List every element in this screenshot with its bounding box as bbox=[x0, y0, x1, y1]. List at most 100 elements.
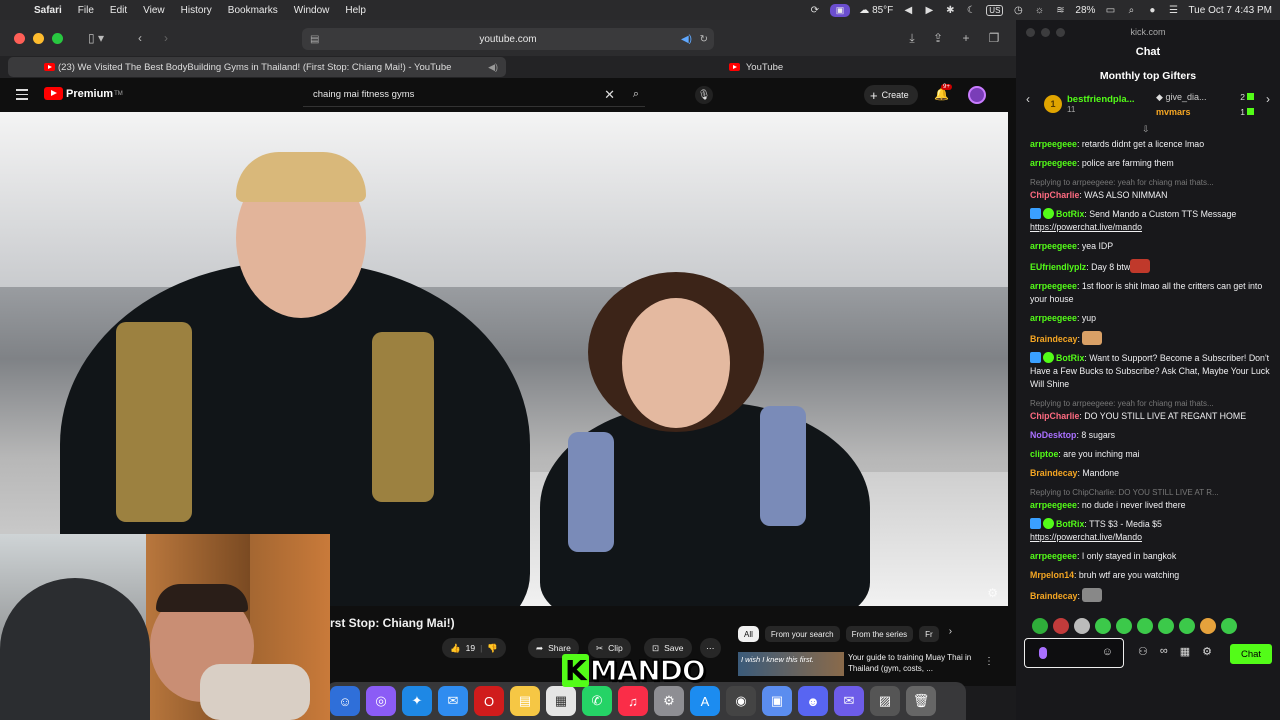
reply-context[interactable]: Replying to arrpeegeee: yeah for chiang … bbox=[1030, 397, 1274, 410]
emote-icon[interactable] bbox=[1158, 618, 1174, 634]
chat-link[interactable]: https://powerchat.live/Mando bbox=[1030, 532, 1142, 542]
screen-share-icon[interactable]: ▣ bbox=[829, 3, 851, 17]
whatsapp-icon[interactable]: ✆ bbox=[582, 686, 612, 716]
chat-username[interactable]: ChipCharlie bbox=[1030, 411, 1079, 421]
safari-icon[interactable]: ✦ bbox=[402, 686, 432, 716]
forward-icon[interactable]: › bbox=[158, 28, 174, 48]
battery-icon[interactable]: ▭ bbox=[1104, 4, 1116, 16]
chip-from-search[interactable]: From your search bbox=[764, 626, 840, 642]
chip-all[interactable]: All bbox=[738, 626, 759, 642]
close-icon[interactable] bbox=[1026, 27, 1035, 37]
menu-view[interactable]: View bbox=[135, 5, 173, 16]
menu-icon[interactable] bbox=[16, 89, 28, 103]
chat-username[interactable]: Braindecay bbox=[1030, 468, 1077, 478]
sun-icon[interactable]: ☼ bbox=[1033, 4, 1045, 16]
disk-utility-icon[interactable]: ▣ bbox=[762, 686, 792, 716]
close-window-button[interactable] bbox=[14, 33, 25, 44]
tab-youtube-video[interactable]: (23) We Visited The Best BodyBuilding Gy… bbox=[8, 57, 506, 77]
menu-app-name[interactable]: Safari bbox=[26, 5, 70, 16]
system-settings-icon[interactable]: ⚙ bbox=[654, 686, 684, 716]
video-player[interactable]: ⚙ bbox=[0, 112, 1008, 606]
calendar-icon[interactable]: ▦ bbox=[546, 686, 576, 716]
menu-bookmarks[interactable]: Bookmarks bbox=[220, 5, 286, 16]
people-icon[interactable]: ⚇ bbox=[1138, 645, 1148, 658]
menu-help[interactable]: Help bbox=[337, 5, 374, 16]
chat-username[interactable]: EUfriendlyplz bbox=[1030, 262, 1086, 272]
create-button[interactable]: + Create bbox=[864, 85, 918, 105]
gifter-3[interactable]: mvmars bbox=[1156, 107, 1191, 117]
emote-icon[interactable] bbox=[1053, 618, 1069, 634]
emote-icon[interactable] bbox=[1032, 618, 1048, 634]
chat-input[interactable]: ☺ bbox=[1024, 638, 1124, 668]
emote-icon[interactable] bbox=[1137, 618, 1153, 634]
rec-thumbnail[interactable]: I wish I knew this first. bbox=[738, 652, 844, 676]
chat-link[interactable]: https://powerchat.live/mando bbox=[1030, 222, 1142, 232]
reply-context[interactable]: Replying to ChipCharlie: DO YOU STILL LI… bbox=[1030, 486, 1274, 499]
chat-username[interactable]: arrpeegeee bbox=[1030, 139, 1077, 149]
link-icon[interactable]: ∞ bbox=[1160, 645, 1168, 658]
avatar[interactable] bbox=[968, 86, 986, 104]
chat-username[interactable]: cliptoe bbox=[1030, 449, 1058, 459]
chip-from-series[interactable]: From the series bbox=[845, 626, 914, 642]
zoom-window-button[interactable] bbox=[52, 33, 63, 44]
tab-overview-icon[interactable]: ❐ bbox=[984, 28, 1004, 48]
chips-next-icon[interactable]: › bbox=[949, 626, 952, 642]
chat-username[interactable]: Braindecay bbox=[1030, 334, 1077, 344]
search-input[interactable]: chaing mai fitness gyms ✕ ⌕ bbox=[303, 83, 645, 107]
bluetooth-icon[interactable]: ✱ bbox=[944, 4, 956, 16]
audio-playing-icon[interactable]: ◀) bbox=[681, 34, 692, 45]
menu-file[interactable]: File bbox=[70, 5, 102, 16]
chevron-left-icon[interactable]: ‹ bbox=[1026, 92, 1030, 106]
search-icon[interactable]: ⌕ bbox=[1125, 4, 1137, 16]
rec-more-icon[interactable]: ⋮ bbox=[984, 656, 994, 667]
emote-icon[interactable] bbox=[1074, 618, 1090, 634]
weather-status[interactable]: ☁ 85°F bbox=[859, 5, 893, 16]
zoom-icon[interactable] bbox=[1056, 27, 1065, 37]
emote-icon[interactable] bbox=[1095, 618, 1111, 634]
chat-username[interactable]: Braindecay bbox=[1030, 591, 1077, 601]
moon-icon[interactable]: ☾ bbox=[965, 4, 977, 16]
share-icon[interactable]: ⇪ bbox=[930, 28, 946, 48]
settings-icon[interactable]: ⚙ bbox=[987, 586, 998, 600]
chat-username[interactable]: BotRix bbox=[1056, 209, 1084, 219]
control-center-icon[interactable]: ☰ bbox=[1167, 4, 1179, 16]
battery-percent[interactable]: 28% bbox=[1075, 5, 1095, 16]
page-menu-icon[interactable]: ▤ bbox=[310, 34, 319, 45]
clear-search-icon[interactable]: ✕ bbox=[604, 87, 615, 103]
back-icon[interactable]: ‹ bbox=[132, 28, 148, 48]
emote-icon[interactable] bbox=[1179, 618, 1195, 634]
chat-username[interactable]: NoDesktop bbox=[1030, 430, 1076, 440]
chat-username[interactable]: arrpeegeee bbox=[1030, 313, 1077, 323]
discord-icon[interactable]: ☻ bbox=[798, 686, 828, 716]
emote-icon[interactable] bbox=[1221, 618, 1237, 634]
search-icon[interactable]: ⌕ bbox=[633, 88, 639, 101]
photos-icon[interactable]: ▨ bbox=[870, 686, 900, 716]
youtube-logo[interactable]: Premium TM bbox=[44, 87, 123, 100]
siri-icon[interactable]: ● bbox=[1146, 4, 1158, 16]
menu-window[interactable]: Window bbox=[286, 5, 338, 16]
chip-more[interactable]: Fr bbox=[919, 626, 939, 642]
trash-icon[interactable]: 🗑 bbox=[906, 686, 936, 716]
new-tab-icon[interactable]: + bbox=[958, 28, 974, 48]
settings-icon[interactable]: ⚙ bbox=[1202, 645, 1212, 658]
wifi-icon[interactable]: ≋ bbox=[1054, 4, 1066, 16]
chat-username[interactable]: arrpeegeee bbox=[1030, 500, 1077, 510]
mic-icon[interactable] bbox=[1039, 647, 1047, 659]
menu-edit[interactable]: Edit bbox=[102, 5, 135, 16]
reload-icon[interactable]: ↻ bbox=[700, 34, 708, 45]
volume-icon[interactable]: ◀ bbox=[902, 4, 914, 16]
play-pause-icon[interactable]: ▶ bbox=[923, 4, 935, 16]
send-chat-button[interactable]: Chat bbox=[1230, 644, 1272, 664]
launchpad-icon[interactable]: ◎ bbox=[366, 686, 396, 716]
sidebar-toggle-icon[interactable]: ▯ ▾ bbox=[78, 28, 114, 48]
pin-icon[interactable]: ⇩ bbox=[1142, 124, 1150, 135]
address-bar[interactable]: ▤ youtube.com ◀) ↻ bbox=[302, 28, 714, 50]
chevron-right-icon[interactable]: › bbox=[1266, 92, 1270, 106]
minimize-icon[interactable] bbox=[1041, 27, 1050, 37]
chat-username[interactable]: Mrpelon14 bbox=[1030, 570, 1074, 580]
emote-icon[interactable] bbox=[1116, 618, 1132, 634]
notes-icon[interactable]: ▤ bbox=[510, 686, 540, 716]
mail-icon[interactable]: ✉ bbox=[438, 686, 468, 716]
chat-username[interactable]: arrpeegeee bbox=[1030, 241, 1077, 251]
thumbs-down-icon[interactable]: 👎 bbox=[487, 643, 498, 654]
